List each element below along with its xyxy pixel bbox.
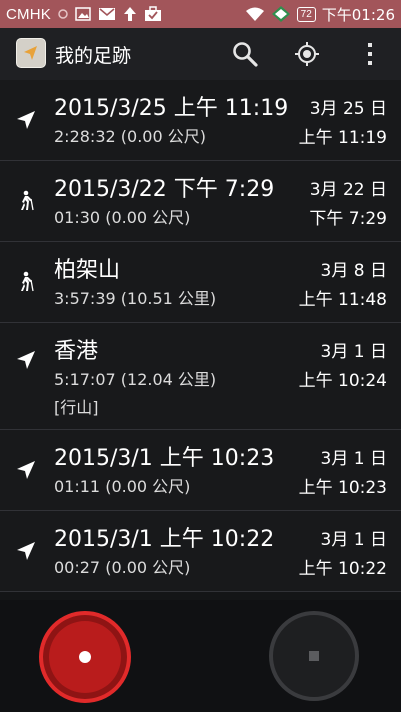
action-bar: 我的足跡 [0,28,401,80]
track-time: 上午 11:48 [298,290,387,310]
overflow-menu-icon[interactable] [356,40,384,68]
recording-controls [0,600,401,712]
track-duration: 5:17:07 (12.04 公里) [54,370,217,389]
stop-button[interactable] [269,611,359,701]
track-date: 3月 8 日 [320,261,387,281]
app-title: 我的足跡 [55,45,132,67]
track-date: 3月 22 日 [309,180,387,200]
track-title: 香港 [54,339,99,364]
track-time: 上午 10:23 [298,478,387,498]
track-list: 2015/3/25 上午 11:19 2:28:32 (0.00 公尺) 3月 … [0,80,401,592]
record-button[interactable] [39,611,131,703]
hiking-icon [21,271,34,292]
track-title: 柏架山 [54,258,121,283]
circle-icon [58,9,68,19]
list-item[interactable]: 香港 5:17:07 (12.04 公里) [行山] 3月 1 日 上午 10:… [0,323,401,430]
track-title: 2015/3/1 上午 10:22 [54,527,275,552]
status-clock: 下午01:26 [321,5,395,24]
track-tag: [行山] [54,398,99,417]
image-icon [75,7,91,21]
track-title: 2015/3/22 下午 7:29 [54,177,275,202]
briefcase-check-icon [144,6,161,21]
track-time: 下午 7:29 [309,209,387,229]
track-time: 上午 10:22 [298,559,387,579]
track-duration: 01:30 (0.00 公尺) [54,208,191,227]
list-item[interactable]: 2015/3/22 下午 7:29 01:30 (0.00 公尺) 3月 22 … [0,161,401,242]
track-date: 3月 1 日 [320,342,387,362]
track-date: 3月 25 日 [309,99,387,119]
track-duration: 01:11 (0.00 公尺) [54,477,191,496]
track-date: 3月 1 日 [320,449,387,469]
mail-icon [98,8,115,20]
list-item[interactable]: 柏架山 3:57:39 (10.51 公里) 3月 8 日 上午 11:48 [0,242,401,323]
navigation-arrow-icon [17,111,35,129]
list-item[interactable]: 2015/3/1 上午 10:22 00:27 (0.00 公尺) 3月 1 日… [0,511,401,592]
gps-locate-icon[interactable] [293,40,321,68]
navigation-arrow-icon [17,351,35,369]
track-date: 3月 1 日 [320,530,387,550]
wifi-icon [245,7,264,21]
status-bar: CMHK 72 下午01:26 [0,0,401,28]
track-duration: 3:57:39 (10.51 公里) [54,289,217,308]
status-right: 72 下午01:26 [245,4,395,24]
track-time: 上午 10:24 [298,371,387,391]
search-icon[interactable] [231,40,259,68]
record-icon [79,651,91,663]
hiking-icon [21,190,34,211]
track-duration: 2:28:32 (0.00 公尺) [54,127,206,146]
status-left: CMHK [6,4,162,24]
app-navigation-icon[interactable] [16,38,46,68]
stop-icon [309,651,319,661]
navigation-arrow-icon [17,461,35,479]
track-time: 上午 11:19 [298,128,387,148]
track-title: 2015/3/25 上午 11:19 [54,96,289,121]
track-title: 2015/3/1 上午 10:23 [54,446,275,471]
signal-icon [271,6,290,22]
navigation-arrow-icon [17,542,35,560]
carrier-label: CMHK [6,5,51,23]
track-duration: 00:27 (0.00 公尺) [54,558,191,577]
battery-icon: 72 [296,6,316,22]
list-item[interactable]: 2015/3/1 上午 10:23 01:11 (0.00 公尺) 3月 1 日… [0,430,401,511]
list-item[interactable]: 2015/3/25 上午 11:19 2:28:32 (0.00 公尺) 3月 … [0,80,401,161]
upload-arrow-icon [123,7,136,21]
